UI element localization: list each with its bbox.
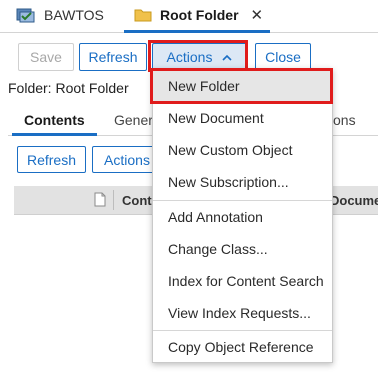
- menu-item-copy-object-reference[interactable]: Copy Object Reference: [153, 332, 332, 362]
- menu-item-change-class[interactable]: Change Class...: [153, 234, 332, 264]
- tab-contents[interactable]: Contents: [12, 107, 97, 136]
- save-button[interactable]: Save: [18, 43, 74, 71]
- actions-menu: New Folder New Document New Custom Objec…: [152, 68, 333, 363]
- menu-item-add-annotation[interactable]: Add Annotation: [153, 202, 332, 232]
- tab-permissions[interactable]: ons: [333, 107, 356, 133]
- tab-bawtos[interactable]: BAWTOS: [16, 0, 104, 30]
- refresh-button[interactable]: Refresh: [79, 43, 147, 71]
- menu-item-index-content-search[interactable]: Index for Content Search: [153, 266, 332, 296]
- tab-root-folder[interactable]: Root Folder ✕: [124, 0, 270, 33]
- folder-icon: [134, 9, 152, 22]
- chevron-up-icon: [222, 54, 233, 61]
- folder-path-label: Folder: Root Folder: [8, 80, 129, 96]
- column-header-document[interactable]: Documen: [330, 193, 378, 208]
- object-store-icon: [16, 8, 35, 23]
- document-icon: [94, 192, 106, 207]
- actions-button-label: Actions: [166, 49, 213, 65]
- menu-separator: [153, 330, 332, 331]
- column-separator: [113, 190, 114, 210]
- menu-item-new-document[interactable]: New Document: [153, 103, 332, 133]
- menu-item-new-custom-object[interactable]: New Custom Object: [153, 135, 332, 165]
- menu-item-view-index-requests[interactable]: View Index Requests...: [153, 298, 332, 328]
- actions-button[interactable]: Actions: [152, 43, 247, 71]
- close-tab-icon[interactable]: ✕: [251, 6, 264, 24]
- content-refresh-button[interactable]: Refresh: [17, 146, 86, 173]
- menu-separator: [153, 200, 332, 201]
- menu-item-new-subscription[interactable]: New Subscription...: [153, 167, 332, 197]
- menu-item-new-folder[interactable]: New Folder: [153, 71, 332, 101]
- close-button[interactable]: Close: [255, 43, 311, 71]
- tab-bawtos-label: BAWTOS: [44, 7, 104, 23]
- tab-root-folder-label: Root Folder: [160, 7, 239, 23]
